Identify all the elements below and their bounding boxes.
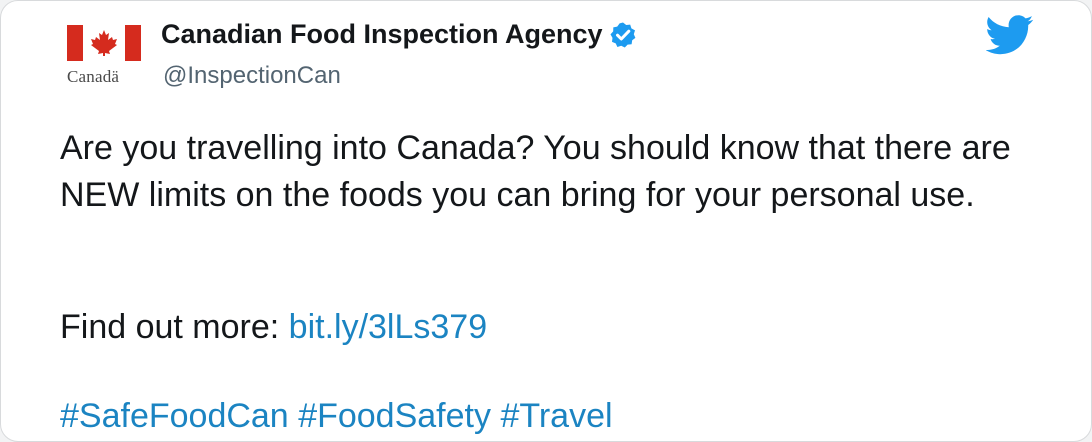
hashtag-link[interactable]: #Travel (500, 397, 612, 435)
twitter-bird-icon[interactable] (985, 15, 1034, 55)
tweet-header: Canadä Canadian Food Inspection Agency @… (1, 1, 1091, 111)
canada-wordmark: Canadä (67, 67, 120, 86)
tweet-text: Are you travelling into Canada? You shou… (60, 125, 1050, 219)
verified-badge-icon (609, 21, 637, 49)
hashtag-link[interactable]: #SafeFoodCan (60, 397, 289, 435)
account-handle[interactable]: @InspectionCan (163, 62, 341, 90)
find-out-more-line: Find out more: bit.ly/3lLs379 (60, 304, 487, 351)
account-avatar[interactable]: Canadä (67, 19, 147, 91)
tweet-link[interactable]: bit.ly/3lLs379 (289, 308, 487, 346)
display-name[interactable]: Canadian Food Inspection Agency (161, 19, 603, 50)
hashtag-line: #SafeFoodCan #FoodSafety #Travel (60, 393, 613, 440)
link-prefix: Find out more: (60, 308, 280, 346)
tweet-card[interactable]: Canadä Canadian Food Inspection Agency @… (0, 0, 1092, 442)
hashtag-link[interactable]: #FoodSafety (298, 397, 491, 435)
tweet-paragraph: Are you travelling into Canada? You shou… (60, 129, 1011, 214)
account-name-row[interactable]: Canadian Food Inspection Agency (161, 19, 637, 50)
canada-flag-icon (67, 25, 141, 61)
